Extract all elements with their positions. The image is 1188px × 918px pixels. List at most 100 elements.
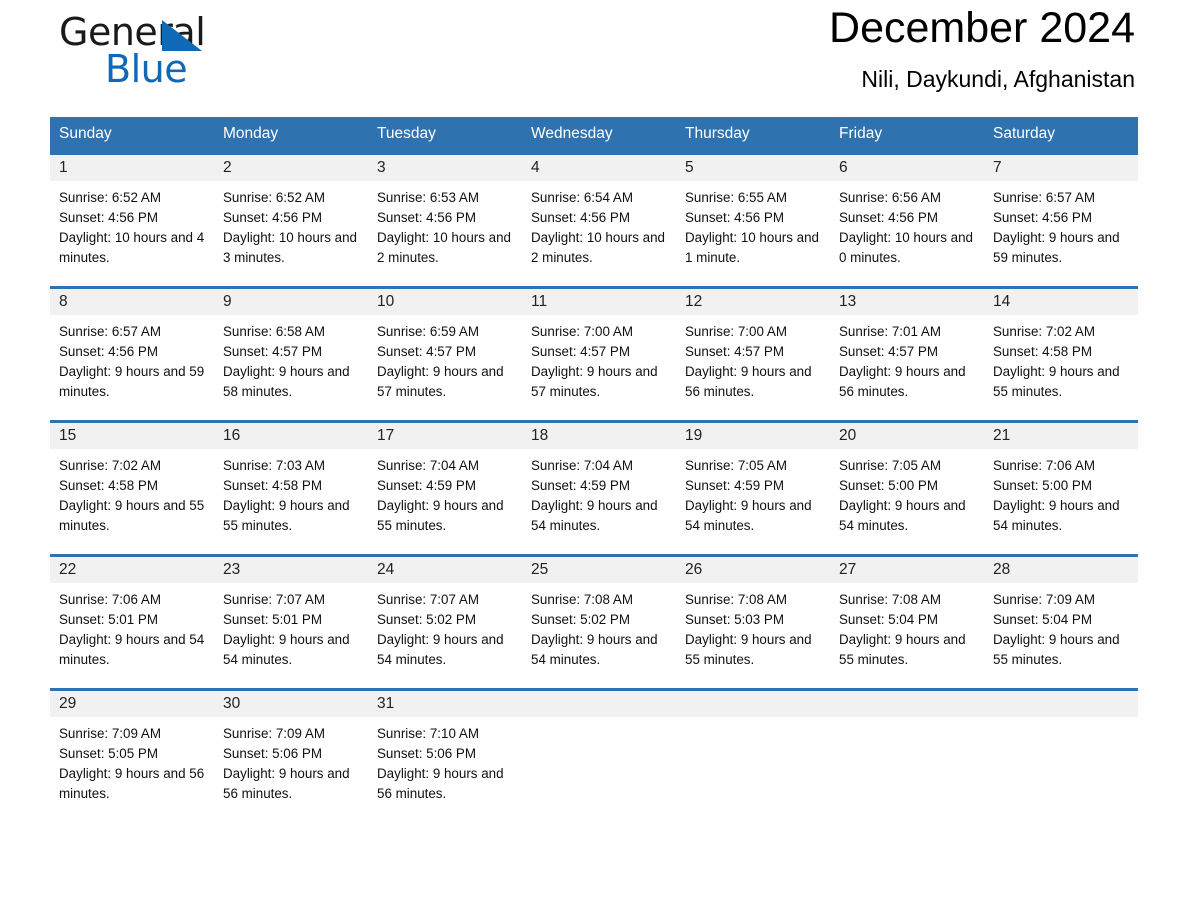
calendar-day-cell[interactable]: 24 Sunrise: 7:07 AM Sunset: 5:02 PM Dayligh… xyxy=(368,554,522,690)
sunset-text: Sunset: 4:57 PM xyxy=(223,344,322,359)
calendar-day-cell[interactable]: 11 Sunrise: 7:00 AM Sunset: 4:57 PM Dayligh… xyxy=(522,286,676,422)
day-details: Sunrise: 7:04 AM Sunset: 4:59 PM Daylight:… xyxy=(522,449,676,536)
sunrise-text: Sunrise: 7:02 AM xyxy=(59,458,161,473)
day-number: 18 xyxy=(522,423,676,449)
day-box: 14 Sunrise: 7:02 AM Sunset: 4:58 PM Dayligh… xyxy=(984,289,1138,420)
calendar-day-cell-empty xyxy=(984,688,1138,822)
calendar-day-cell[interactable]: 4 Sunrise: 6:54 AM Sunset: 4:56 PM Daylight… xyxy=(522,152,676,288)
calendar-day-cell[interactable]: 16 Sunrise: 7:03 AM Sunset: 4:58 PM Dayligh… xyxy=(214,420,368,556)
daylight-text: Daylight: 9 hours and 54 minutes. xyxy=(59,632,205,667)
sunset-text: Sunset: 5:02 PM xyxy=(377,612,476,627)
day-number xyxy=(676,691,830,717)
calendar-day-cell[interactable]: 27 Sunrise: 7:08 AM Sunset: 5:04 PM Dayligh… xyxy=(830,554,984,690)
day-number: 23 xyxy=(214,557,368,583)
calendar-day-cell[interactable]: 28 Sunrise: 7:09 AM Sunset: 5:04 PM Dayligh… xyxy=(984,554,1138,690)
sunset-text: Sunset: 4:56 PM xyxy=(993,210,1092,225)
daylight-text: Daylight: 9 hours and 54 minutes. xyxy=(531,632,658,667)
sunrise-text: Sunrise: 6:52 AM xyxy=(223,190,325,205)
daylight-text: Daylight: 9 hours and 56 minutes. xyxy=(223,766,350,801)
calendar-day-cell[interactable]: 17 Sunrise: 7:04 AM Sunset: 4:59 PM Dayligh… xyxy=(368,420,522,556)
day-details: Sunrise: 6:53 AM Sunset: 4:56 PM Daylight:… xyxy=(368,181,522,268)
sunrise-text: Sunrise: 6:54 AM xyxy=(531,190,633,205)
calendar-week-row: 29 Sunrise: 7:09 AM Sunset: 5:05 PM Dayligh… xyxy=(50,688,1138,822)
calendar-day-cell[interactable]: 15 Sunrise: 7:02 AM Sunset: 4:58 PM Dayligh… xyxy=(50,420,214,556)
calendar-day-cell[interactable]: 20 Sunrise: 7:05 AM Sunset: 5:00 PM Dayligh… xyxy=(830,420,984,556)
logo-text-blue: Blue xyxy=(105,47,188,91)
calendar-day-cell[interactable]: 10 Sunrise: 6:59 AM Sunset: 4:57 PM Dayligh… xyxy=(368,286,522,422)
day-box: 21 Sunrise: 7:06 AM Sunset: 5:00 PM Dayligh… xyxy=(984,423,1138,554)
day-number: 9 xyxy=(214,289,368,315)
calendar-day-cell[interactable]: 18 Sunrise: 7:04 AM Sunset: 4:59 PM Dayligh… xyxy=(522,420,676,556)
sunset-text: Sunset: 5:02 PM xyxy=(531,612,630,627)
calendar-day-cell[interactable]: 6 Sunrise: 6:56 AM Sunset: 4:56 PM Daylight… xyxy=(830,152,984,288)
day-box: 29 Sunrise: 7:09 AM Sunset: 5:05 PM Dayligh… xyxy=(50,691,214,822)
calendar-day-cell[interactable]: 12 Sunrise: 7:00 AM Sunset: 4:57 PM Dayligh… xyxy=(676,286,830,422)
calendar-table: Sunday Monday Tuesday Wednesday Thursday… xyxy=(50,117,1138,822)
sunrise-text: Sunrise: 7:05 AM xyxy=(839,458,941,473)
calendar-day-cell[interactable]: 21 Sunrise: 7:06 AM Sunset: 5:00 PM Dayligh… xyxy=(984,420,1138,556)
day-number: 12 xyxy=(676,289,830,315)
calendar-day-cell[interactable]: 14 Sunrise: 7:02 AM Sunset: 4:58 PM Dayligh… xyxy=(984,286,1138,422)
calendar-day-cell[interactable]: 8 Sunrise: 6:57 AM Sunset: 4:56 PM Daylight… xyxy=(50,286,214,422)
calendar-day-cell[interactable]: 7 Sunrise: 6:57 AM Sunset: 4:56 PM Daylight… xyxy=(984,152,1138,288)
calendar-week-row: 8 Sunrise: 6:57 AM Sunset: 4:56 PM Daylight… xyxy=(50,286,1138,422)
sunrise-text: Sunrise: 6:58 AM xyxy=(223,324,325,339)
day-details: Sunrise: 7:05 AM Sunset: 4:59 PM Daylight:… xyxy=(676,449,830,536)
calendar-day-cell[interactable]: 13 Sunrise: 7:01 AM Sunset: 4:57 PM Dayligh… xyxy=(830,286,984,422)
day-details: Sunrise: 6:57 AM Sunset: 4:56 PM Daylight:… xyxy=(984,181,1138,268)
calendar-day-cell[interactable]: 30 Sunrise: 7:09 AM Sunset: 5:06 PM Dayligh… xyxy=(214,688,368,822)
daylight-text: Daylight: 9 hours and 54 minutes. xyxy=(377,632,504,667)
calendar-day-cell[interactable]: 1 Sunrise: 6:52 AM Sunset: 4:56 PM Daylight… xyxy=(50,152,214,288)
sunset-text: Sunset: 5:04 PM xyxy=(993,612,1092,627)
day-box xyxy=(676,691,830,822)
day-details: Sunrise: 7:07 AM Sunset: 5:01 PM Daylight:… xyxy=(214,583,368,670)
sunset-text: Sunset: 5:01 PM xyxy=(223,612,322,627)
daylight-text: Daylight: 10 hours and 2 minutes. xyxy=(531,230,665,265)
calendar-day-cell[interactable]: 23 Sunrise: 7:07 AM Sunset: 5:01 PM Dayligh… xyxy=(214,554,368,690)
daylight-text: Daylight: 10 hours and 1 minute. xyxy=(685,230,819,265)
daylight-text: Daylight: 9 hours and 54 minutes. xyxy=(531,498,658,533)
day-box: 17 Sunrise: 7:04 AM Sunset: 4:59 PM Dayligh… xyxy=(368,423,522,554)
day-box: 23 Sunrise: 7:07 AM Sunset: 5:01 PM Dayligh… xyxy=(214,557,368,688)
calendar-day-cell[interactable]: 31 Sunrise: 7:10 AM Sunset: 5:06 PM Dayligh… xyxy=(368,688,522,822)
sunrise-text: Sunrise: 6:55 AM xyxy=(685,190,787,205)
calendar-day-cell[interactable]: 5 Sunrise: 6:55 AM Sunset: 4:56 PM Daylight… xyxy=(676,152,830,288)
day-details: Sunrise: 7:09 AM Sunset: 5:05 PM Daylight:… xyxy=(50,717,214,804)
calendar-day-cell[interactable]: 22 Sunrise: 7:06 AM Sunset: 5:01 PM Dayligh… xyxy=(50,554,214,690)
calendar-day-cell[interactable]: 9 Sunrise: 6:58 AM Sunset: 4:57 PM Daylight… xyxy=(214,286,368,422)
day-box: 15 Sunrise: 7:02 AM Sunset: 4:58 PM Dayligh… xyxy=(50,423,214,554)
daylight-text: Daylight: 10 hours and 2 minutes. xyxy=(377,230,511,265)
day-number: 24 xyxy=(368,557,522,583)
day-number: 26 xyxy=(676,557,830,583)
general-blue-logo[interactable]: General Blue xyxy=(59,10,319,102)
sunrise-text: Sunrise: 7:00 AM xyxy=(531,324,633,339)
day-number: 1 xyxy=(50,155,214,181)
sunset-text: Sunset: 5:00 PM xyxy=(993,478,1092,493)
calendar-day-cell[interactable]: 26 Sunrise: 7:08 AM Sunset: 5:03 PM Dayligh… xyxy=(676,554,830,690)
calendar-day-cell[interactable]: 2 Sunrise: 6:52 AM Sunset: 4:56 PM Daylight… xyxy=(214,152,368,288)
sunset-text: Sunset: 4:59 PM xyxy=(377,478,476,493)
day-box: 3 Sunrise: 6:53 AM Sunset: 4:56 PM Daylight… xyxy=(368,155,522,286)
sunrise-text: Sunrise: 7:04 AM xyxy=(531,458,633,473)
day-details: Sunrise: 7:03 AM Sunset: 4:58 PM Daylight:… xyxy=(214,449,368,536)
daylight-text: Daylight: 9 hours and 54 minutes. xyxy=(993,498,1120,533)
calendar-day-cell[interactable]: 3 Sunrise: 6:53 AM Sunset: 4:56 PM Daylight… xyxy=(368,152,522,288)
daylight-text: Daylight: 9 hours and 56 minutes. xyxy=(59,766,205,801)
day-details: Sunrise: 7:09 AM Sunset: 5:04 PM Daylight:… xyxy=(984,583,1138,670)
sunset-text: Sunset: 4:57 PM xyxy=(839,344,938,359)
weekday-header-friday: Friday xyxy=(830,117,984,154)
day-number: 27 xyxy=(830,557,984,583)
day-details: Sunrise: 6:57 AM Sunset: 4:56 PM Daylight:… xyxy=(50,315,214,402)
day-number: 21 xyxy=(984,423,1138,449)
calendar-day-cell[interactable]: 29 Sunrise: 7:09 AM Sunset: 5:05 PM Dayligh… xyxy=(50,688,214,822)
day-number: 22 xyxy=(50,557,214,583)
sunset-text: Sunset: 4:58 PM xyxy=(223,478,322,493)
day-details: Sunrise: 7:00 AM Sunset: 4:57 PM Daylight:… xyxy=(522,315,676,402)
daylight-text: Daylight: 9 hours and 55 minutes. xyxy=(377,498,504,533)
sunset-text: Sunset: 5:06 PM xyxy=(377,746,476,761)
calendar-day-cell[interactable]: 25 Sunrise: 7:08 AM Sunset: 5:02 PM Dayligh… xyxy=(522,554,676,690)
day-number: 11 xyxy=(522,289,676,315)
sunset-text: Sunset: 5:00 PM xyxy=(839,478,938,493)
calendar-day-cell[interactable]: 19 Sunrise: 7:05 AM Sunset: 4:59 PM Dayligh… xyxy=(676,420,830,556)
sunrise-text: Sunrise: 7:10 AM xyxy=(377,726,479,741)
